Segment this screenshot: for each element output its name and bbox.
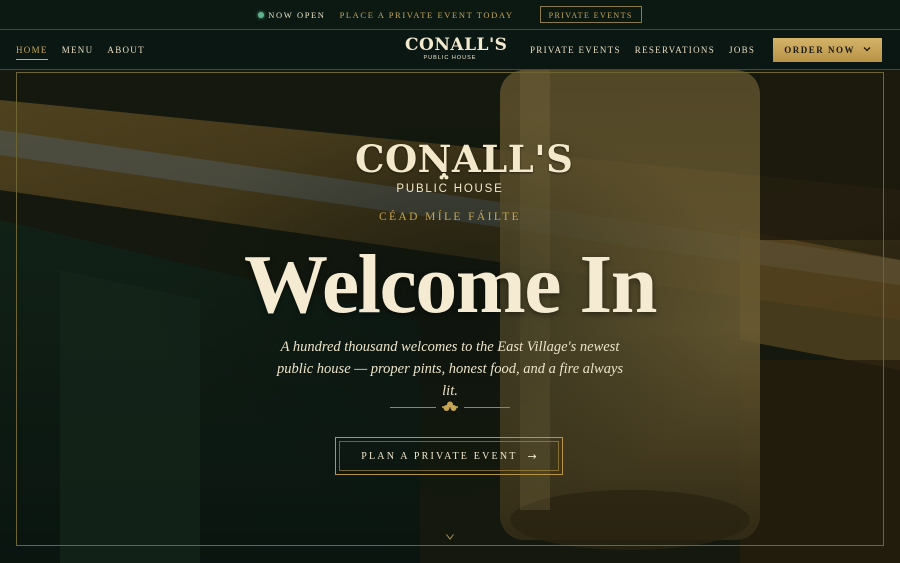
divider-rule-left: [390, 407, 436, 408]
ornamental-divider: [390, 400, 510, 414]
status-dot-icon: [258, 11, 265, 18]
divider-rule-right: [464, 407, 510, 408]
promo-link[interactable]: PLACE A PRIVATE EVENT TODAY: [340, 10, 514, 20]
nav-link-jobs[interactable]: JOBS: [729, 45, 755, 55]
arrow-right-icon: →: [527, 449, 537, 463]
shamrock-icon: [439, 173, 449, 180]
order-now-label: ORDER NOW: [784, 45, 855, 55]
nav-left-links: HOME MENU ABOUT: [16, 30, 145, 70]
hero-logo: CONALL'S PUBLIC HOUSE: [355, 137, 574, 195]
nav-logo-subtitle: PUBLIC HOUSE: [423, 55, 477, 61]
cta-inner-frame: PLAN A PRIVATE EVENT →: [339, 441, 559, 471]
open-status-label: NOW OPEN: [268, 9, 326, 20]
shamrock-icon: [442, 401, 458, 411]
hero-logo-wordmark: CONALL'S: [355, 137, 574, 181]
hero-logo-subtitle: PUBLIC HOUSE: [396, 183, 504, 195]
hero-headline: Welcome In: [244, 238, 657, 331]
nav-link-about[interactable]: ABOUT: [107, 45, 145, 55]
open-status: NOW OPEN: [258, 10, 325, 20]
hero-tagline: A hundred thousand welcomes to the East …: [276, 339, 624, 399]
nav-link-private-events[interactable]: PRIVATE EVENTS: [530, 45, 621, 55]
cta-label: PLAN A PRIVATE EVENT: [361, 450, 518, 462]
nav-link-reservations[interactable]: RESERVATIONS: [635, 45, 715, 55]
scroll-down-icon[interactable]: [444, 533, 456, 543]
main-nav: HOME MENU ABOUT CONALL'S PUBLIC HOUSE PR…: [0, 30, 900, 70]
plan-private-event-button[interactable]: PLAN A PRIVATE EVENT →: [335, 437, 563, 475]
order-now-button[interactable]: ORDER NOW: [773, 38, 882, 62]
nav-logo[interactable]: CONALL'S PUBLIC HOUSE: [405, 35, 508, 66]
chevron-down-icon: [863, 45, 871, 54]
hero-section: CONALL'S PUBLIC HOUSE CÉAD MÍLE FÁILTE W…: [0, 70, 900, 563]
private-events-promo-button[interactable]: PRIVATE EVENTS: [539, 6, 642, 23]
nav-logo-wordmark: CONALL'S: [405, 35, 508, 55]
nav-link-home[interactable]: HOME: [16, 45, 48, 60]
hero-greeting: CÉAD MÍLE FÁILTE: [378, 211, 522, 223]
nav-link-menu[interactable]: MENU: [62, 45, 94, 55]
announcement-bar: NOW OPEN PLACE A PRIVATE EVENT TODAY PRI…: [0, 0, 900, 30]
nav-right-links: PRIVATE EVENTS RESERVATIONS JOBS ORDER N…: [530, 30, 882, 70]
